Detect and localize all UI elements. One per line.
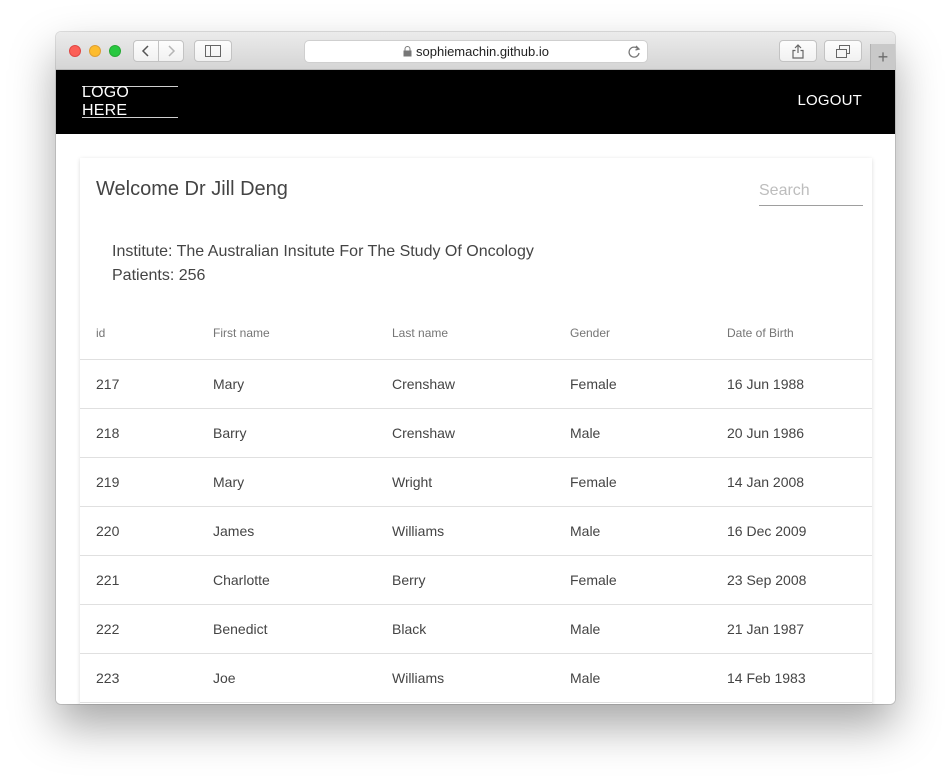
institute-text: Institute: The Australian Insitute For T… <box>112 243 534 260</box>
column-header-gender[interactable]: Gender <box>554 308 711 360</box>
cell-id: 217 <box>80 359 197 409</box>
address-url: sophiemachin.github.io <box>416 44 549 59</box>
table-row[interactable]: 218 Barry Crenshaw Male 20 Jun 1986 <box>80 408 872 458</box>
cell-id: 219 <box>80 457 197 507</box>
lock-icon <box>403 46 412 57</box>
column-header-date-of-birth[interactable]: Date of Birth <box>711 308 872 360</box>
logout-link[interactable]: LOGOUT <box>797 92 862 109</box>
cell-id: 222 <box>80 604 197 654</box>
cell-first-name: Barry <box>197 408 376 458</box>
new-tab-button[interactable]: + <box>870 44 895 70</box>
cell-date-of-birth: 20 Jun 1986 <box>711 408 872 458</box>
cell-id: 221 <box>80 555 197 605</box>
doctor-info: Institute: The Australian Insitute For T… <box>112 240 534 288</box>
show-tabs-button[interactable] <box>824 40 862 62</box>
cell-gender: Male <box>554 604 711 654</box>
plus-icon: + <box>877 46 889 67</box>
cell-date-of-birth: 16 Jun 1988 <box>711 359 872 409</box>
cell-date-of-birth: 14 Feb 1983 <box>711 653 872 703</box>
cell-last-name: Williams <box>376 506 554 556</box>
patient-count: Patients: 256 <box>112 267 206 284</box>
cell-id: 220 <box>80 506 197 556</box>
cell-date-of-birth: 14 Jan 2008 <box>711 457 872 507</box>
table-header-row: id First name Last name Gender Date of B… <box>80 308 872 360</box>
minimize-window-button[interactable] <box>89 45 101 57</box>
cell-gender: Female <box>554 555 711 605</box>
forward-button[interactable] <box>158 40 184 62</box>
share-button[interactable] <box>779 40 817 62</box>
cell-gender: Male <box>554 408 711 458</box>
cell-id: 223 <box>80 653 197 703</box>
chevron-left-icon <box>141 45 149 57</box>
cell-last-name: Williams <box>376 653 554 703</box>
cell-date-of-birth: 23 Sep 2008 <box>711 555 872 605</box>
address-bar[interactable]: sophiemachin.github.io <box>304 40 648 63</box>
zoom-window-button[interactable] <box>109 45 121 57</box>
reload-icon[interactable] <box>627 45 641 59</box>
cell-date-of-birth: 16 Dec 2009 <box>711 506 872 556</box>
table-row[interactable]: 220 James Williams Male 16 Dec 2009 <box>80 506 872 556</box>
cell-gender: Female <box>554 359 711 409</box>
cell-date-of-birth: 21 Jan 1987 <box>711 604 872 654</box>
cell-first-name: Mary <box>197 359 376 409</box>
cell-first-name: Joe <box>197 653 376 703</box>
cell-last-name: Wright <box>376 457 554 507</box>
browser-toolbar: sophiemachin.github.io + <box>56 32 895 70</box>
main-content: Welcome Dr Jill Deng Institute: The Aust… <box>56 134 895 704</box>
chevron-right-icon <box>168 45 176 57</box>
sidebar-toggle-button[interactable] <box>194 40 232 62</box>
sidebar-icon <box>205 45 221 57</box>
column-header-id[interactable]: id <box>80 308 197 360</box>
cell-first-name: Benedict <box>197 604 376 654</box>
cell-first-name: James <box>197 506 376 556</box>
app-navbar: LOGO HERE LOGOUT <box>56 70 895 134</box>
patients-card: Welcome Dr Jill Deng Institute: The Aust… <box>80 158 872 704</box>
search-input[interactable] <box>759 176 863 206</box>
tabs-icon <box>836 44 850 58</box>
table-row[interactable]: 221 Charlotte Berry Female 23 Sep 2008 <box>80 555 872 605</box>
browser-window: sophiemachin.github.io + LOGO HERE LOGOU… <box>56 32 895 704</box>
patients-table: id First name Last name Gender Date of B… <box>80 308 872 703</box>
share-icon <box>792 43 804 59</box>
cell-gender: Female <box>554 457 711 507</box>
close-window-button[interactable] <box>69 45 81 57</box>
logo[interactable]: LOGO HERE <box>82 84 178 119</box>
page-title: Welcome Dr Jill Deng <box>96 178 288 200</box>
table-row[interactable]: 223 Joe Williams Male 14 Feb 1983 <box>80 653 872 703</box>
column-header-last-name[interactable]: Last name <box>376 308 554 360</box>
cell-last-name: Crenshaw <box>376 408 554 458</box>
table-row[interactable]: 219 Mary Wright Female 14 Jan 2008 <box>80 457 872 507</box>
cell-gender: Male <box>554 506 711 556</box>
cell-last-name: Crenshaw <box>376 359 554 409</box>
cell-first-name: Charlotte <box>197 555 376 605</box>
table-row[interactable]: 222 Benedict Black Male 21 Jan 1987 <box>80 604 872 654</box>
cell-last-name: Black <box>376 604 554 654</box>
cell-gender: Male <box>554 653 711 703</box>
column-header-first-name[interactable]: First name <box>197 308 376 360</box>
cell-first-name: Mary <box>197 457 376 507</box>
back-button[interactable] <box>133 40 159 62</box>
cell-id: 218 <box>80 408 197 458</box>
table-row[interactable]: 217 Mary Crenshaw Female 16 Jun 1988 <box>80 359 872 409</box>
cell-last-name: Berry <box>376 555 554 605</box>
